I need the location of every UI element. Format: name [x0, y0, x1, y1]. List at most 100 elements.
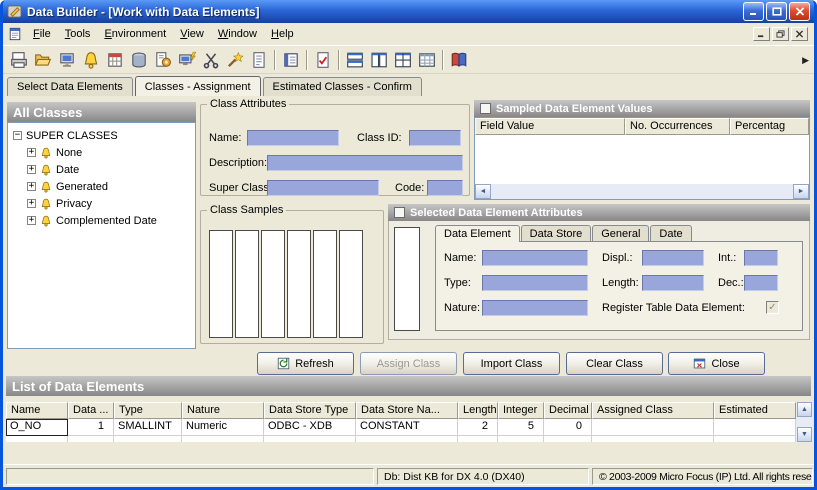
cell-data-store-type[interactable]: ODBC - XDB — [264, 419, 356, 436]
scroll-up-arrow[interactable]: ▲ — [797, 402, 812, 417]
assign-class-button[interactable]: Assign Class — [360, 352, 457, 375]
menu-window[interactable]: Window — [211, 25, 264, 43]
workstation-icon[interactable] — [55, 48, 79, 72]
cut-icon[interactable] — [199, 48, 223, 72]
bell-icon[interactable] — [79, 48, 103, 72]
class-code-field[interactable] — [427, 180, 463, 196]
mdi-restore-button[interactable] — [772, 27, 789, 41]
expand-icon[interactable]: + — [27, 165, 36, 174]
tab-estimated-classes-confirm[interactable]: Estimated Classes - Confirm — [263, 77, 422, 96]
cell-name[interactable]: O_NO — [6, 419, 68, 436]
open-folder-icon[interactable] — [31, 48, 55, 72]
wizard-icon[interactable] — [223, 48, 247, 72]
cell-integer[interactable]: 5 — [498, 419, 544, 436]
column-header-data-store-type[interactable]: Data Store Type — [264, 402, 356, 419]
checklist-icon[interactable] — [311, 48, 335, 72]
column-header-decimal[interactable]: Decimal — [544, 402, 592, 419]
tab-date[interactable]: Date — [650, 225, 691, 242]
classes-tree[interactable]: − SUPER CLASSES + None + Date + Generate… — [7, 122, 196, 349]
selected-attributes-checkbox[interactable] — [394, 207, 405, 218]
collapse-icon[interactable]: − — [13, 131, 22, 140]
scroll-down-arrow[interactable]: ▼ — [797, 427, 812, 442]
expand-icon[interactable]: + — [27, 182, 36, 191]
schedule-icon[interactable] — [103, 48, 127, 72]
refresh-button[interactable]: Refresh — [257, 352, 354, 375]
class-sample-column[interactable] — [287, 230, 311, 338]
close-button[interactable] — [789, 2, 810, 21]
tab-data-store[interactable]: Data Store — [521, 225, 592, 242]
attr-name-field[interactable] — [482, 250, 588, 266]
mdi-child-icon[interactable] — [8, 27, 22, 41]
class-id-field[interactable] — [409, 130, 461, 146]
column-header-length[interactable]: Length — [458, 402, 498, 419]
export-icon[interactable] — [7, 48, 31, 72]
expand-icon[interactable]: + — [27, 199, 36, 208]
cell-decimal[interactable]: 0 — [544, 419, 592, 436]
cell-length[interactable]: 2 — [458, 419, 498, 436]
selected-sample-column[interactable] — [394, 227, 420, 331]
mdi-close-button[interactable] — [791, 27, 808, 41]
notes-icon[interactable] — [279, 48, 303, 72]
cell-data[interactable]: 1 — [68, 419, 114, 436]
attr-int-field[interactable] — [744, 250, 778, 266]
super-class-field[interactable] — [267, 180, 379, 196]
column-header-type[interactable]: Type — [114, 402, 182, 419]
help-icon[interactable] — [447, 48, 471, 72]
tab-classes-assignment[interactable]: Classes - Assignment — [135, 76, 261, 96]
cell-type[interactable]: SMALLINT — [114, 419, 182, 436]
tab-general[interactable]: General — [592, 225, 649, 242]
tab-data-element[interactable]: Data Element — [435, 225, 520, 242]
clear-class-button[interactable]: Clear Class — [566, 352, 663, 375]
class-sample-column[interactable] — [235, 230, 259, 338]
menu-file[interactable]: File — [26, 25, 58, 43]
table-row[interactable]: O_NO 1 SMALLINT Numeric ODBC - XDB CONST… — [6, 419, 796, 436]
monitor-config-icon[interactable] — [175, 48, 199, 72]
toolbar-overflow-arrow[interactable]: ▶ — [802, 55, 809, 66]
sampled-values-checkbox[interactable] — [480, 103, 491, 114]
minimize-button[interactable] — [743, 2, 764, 21]
vertical-scrollbar[interactable]: ▲ ▼ — [796, 402, 813, 442]
tree-item-generated[interactable]: + Generated — [24, 178, 193, 195]
tile-vertical-icon[interactable] — [367, 48, 391, 72]
settings-icon[interactable] — [151, 48, 175, 72]
class-sample-column[interactable] — [209, 230, 233, 338]
scroll-left-arrow[interactable]: ◄ — [475, 184, 491, 199]
class-description-field[interactable] — [267, 155, 463, 171]
attr-length-field[interactable] — [642, 275, 704, 291]
document-icon[interactable] — [247, 48, 271, 72]
attr-displ-field[interactable] — [642, 250, 704, 266]
class-sample-column[interactable] — [313, 230, 337, 338]
mdi-minimize-button[interactable] — [753, 27, 770, 41]
menu-tools[interactable]: Tools — [58, 25, 98, 43]
close-panel-button[interactable]: Close — [668, 352, 765, 375]
column-header-integer[interactable]: Integer — [498, 402, 544, 419]
column-header-name[interactable]: Name — [6, 402, 68, 419]
menu-view[interactable]: View — [173, 25, 211, 43]
tile-grid-icon[interactable] — [391, 48, 415, 72]
maximize-button[interactable] — [766, 2, 787, 21]
tree-root-super-classes[interactable]: − SUPER CLASSES — [10, 127, 193, 144]
tree-item-date[interactable]: + Date — [24, 161, 193, 178]
tree-item-none[interactable]: + None — [24, 144, 193, 161]
scroll-right-arrow[interactable]: ► — [793, 184, 809, 199]
cell-data-store-name[interactable]: CONSTANT — [356, 419, 458, 436]
tab-select-data-elements[interactable]: Select Data Elements — [7, 77, 133, 96]
column-header-percentage[interactable]: Percentag — [730, 118, 809, 135]
column-header-nature[interactable]: Nature — [182, 402, 264, 419]
cell-estimated[interactable] — [714, 419, 796, 436]
column-header-assigned-class[interactable]: Assigned Class — [592, 402, 714, 419]
class-sample-column[interactable] — [339, 230, 363, 338]
tree-item-privacy[interactable]: + Privacy — [24, 195, 193, 212]
cell-assigned-class[interactable] — [592, 419, 714, 436]
expand-icon[interactable]: + — [27, 148, 36, 157]
column-header-field-value[interactable]: Field Value — [475, 118, 625, 135]
data-grid-icon[interactable] — [415, 48, 439, 72]
menu-help[interactable]: Help — [264, 25, 301, 43]
table-row-clipped[interactable] — [6, 436, 796, 442]
column-header-data-store-name[interactable]: Data Store Na... — [356, 402, 458, 419]
expand-icon[interactable]: + — [27, 216, 36, 225]
column-header-no-occurrences[interactable]: No. Occurrences — [625, 118, 730, 135]
attr-dec-field[interactable] — [744, 275, 778, 291]
class-sample-column[interactable] — [261, 230, 285, 338]
attr-type-field[interactable] — [482, 275, 588, 291]
